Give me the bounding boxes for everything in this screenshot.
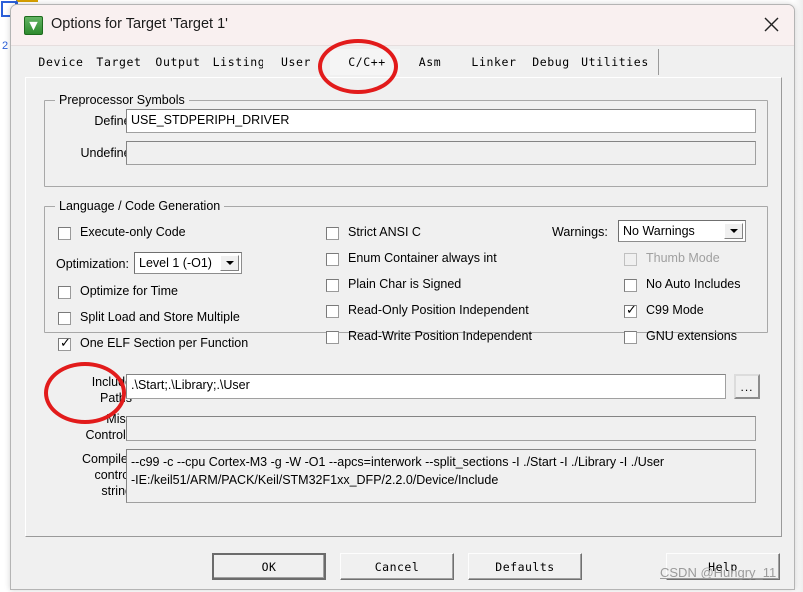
label-read-write-position-independent: Read-Write Position Independent bbox=[348, 329, 532, 343]
tab-asm[interactable]: Asm bbox=[400, 49, 460, 75]
include-paths-input[interactable]: .\Start;.\Library;.\User bbox=[126, 374, 726, 399]
compiler-control-string-line2: -IE:/keil51/ARM/PACK/Keil/STM32F1xx_DFP/… bbox=[131, 473, 499, 487]
language-code-generation-label: Language / Code Generation bbox=[55, 199, 225, 213]
background-line-number: 2 bbox=[2, 40, 9, 52]
checkbox-optimize-for-time[interactable] bbox=[58, 286, 71, 299]
options-dialog: ▼ Options for Target 'Target 1' Device T… bbox=[10, 4, 795, 590]
undefine-label: Undefine: bbox=[80, 146, 134, 160]
compiler-control-string-line1: --c99 -c --cpu Cortex-M3 -g -W -O1 --apc… bbox=[131, 455, 665, 469]
checkbox-gnu-extensions[interactable] bbox=[624, 331, 637, 344]
checkbox-thumb-mode bbox=[624, 253, 637, 266]
close-icon bbox=[764, 17, 778, 32]
include-paths-label-line1: Include bbox=[91, 375, 132, 389]
screenshot-root: 2 ▼ Options for Target 'Target 1' Device… bbox=[0, 0, 803, 592]
checkbox-split-load-and-store-multiple[interactable] bbox=[58, 312, 71, 325]
chevron-down-icon-warnings[interactable] bbox=[724, 223, 743, 239]
label-execute-only-code: Execute-only Code bbox=[80, 225, 186, 239]
checkbox-plain-char-is-signed[interactable] bbox=[326, 279, 339, 292]
keil-uvision-icon: ▼ bbox=[24, 16, 43, 35]
optimization-value: Level 1 (-O1) bbox=[139, 256, 212, 270]
include-paths-label-line2: Paths bbox=[100, 391, 132, 405]
label-read-only-position-independent: Read-Only Position Independent bbox=[348, 303, 529, 317]
label-plain-char-is-signed: Plain Char is Signed bbox=[348, 277, 462, 291]
compiler-control-string-label-line2: control bbox=[94, 468, 132, 482]
label-no-auto-includes: No Auto Includes bbox=[646, 277, 741, 291]
chevron-down-icon[interactable] bbox=[220, 255, 239, 271]
checkbox-enum-container-always-int[interactable] bbox=[326, 253, 339, 266]
label-c99-mode: C99 Mode bbox=[646, 303, 704, 317]
window-title: Options for Target 'Target 1' bbox=[51, 16, 228, 32]
checkbox-read-only-position-independent[interactable] bbox=[326, 305, 339, 318]
preprocessor-symbols-label: Preprocessor Symbols bbox=[55, 93, 189, 107]
misc-controls-label-line2: Controls bbox=[85, 428, 132, 442]
checkbox-strict-ansi-c[interactable] bbox=[326, 227, 339, 240]
define-input[interactable]: USE_STDPERIPH_DRIVER bbox=[126, 109, 756, 133]
optimization-label: Optimization: bbox=[56, 257, 129, 271]
checkmark-icon-c99: ✓ bbox=[626, 303, 637, 318]
cancel-button[interactable]: Cancel bbox=[340, 553, 454, 580]
title-bar: ▼ Options for Target 'Target 1' bbox=[11, 5, 794, 46]
c-cpp-panel: Preprocessor Symbols Define: USE_STDPERI… bbox=[25, 77, 782, 537]
checkmark-icon: ✓ bbox=[60, 336, 71, 351]
checkbox-execute-only-code[interactable] bbox=[58, 227, 71, 240]
checkbox-one-elf-section-per-function[interactable]: ✓ bbox=[58, 336, 71, 351]
tab-strip: Device Target Output Listing User C/C++ … bbox=[25, 49, 780, 77]
close-button[interactable] bbox=[748, 5, 794, 44]
define-label: Define: bbox=[94, 114, 134, 128]
warnings-select[interactable]: No Warnings bbox=[618, 220, 746, 242]
misc-controls-input[interactable] bbox=[126, 416, 756, 441]
include-paths-browse-button[interactable]: ... bbox=[734, 374, 760, 399]
tab-c-cpp[interactable]: C/C++ bbox=[330, 49, 404, 75]
compiler-control-string-label-line1: Compiler bbox=[81, 452, 132, 466]
compiler-control-string-box: --c99 -c --cpu Cortex-M3 -g -W -O1 --apc… bbox=[126, 449, 756, 503]
label-thumb-mode: Thumb Mode bbox=[646, 251, 720, 265]
compiler-control-string-label-line3: string bbox=[101, 484, 132, 498]
misc-controls-label-line1: Misc bbox=[106, 412, 132, 426]
label-gnu-extensions: GNU extensions bbox=[646, 329, 738, 343]
watermark-text: CSDN @Hungry_11 bbox=[660, 565, 777, 580]
warnings-value: No Warnings bbox=[623, 224, 695, 238]
checkbox-read-write-position-independent[interactable] bbox=[326, 331, 339, 344]
optimization-select[interactable]: Level 1 (-O1) bbox=[134, 252, 242, 274]
label-split-load-and-store-multiple: Split Load and Store Multiple bbox=[80, 310, 240, 324]
tab-user[interactable]: User bbox=[263, 49, 329, 75]
tab-utilities[interactable]: Utilities bbox=[572, 49, 659, 75]
warnings-label: Warnings: bbox=[552, 225, 608, 239]
checkbox-no-auto-includes[interactable] bbox=[624, 279, 637, 292]
undefine-input[interactable] bbox=[126, 141, 756, 165]
checkbox-c99-mode[interactable]: ✓ bbox=[624, 303, 637, 318]
label-one-elf-section-per-function: One ELF Section per Function bbox=[80, 336, 249, 350]
defaults-button[interactable]: Defaults bbox=[468, 553, 582, 580]
ok-button[interactable]: OK bbox=[212, 553, 326, 580]
label-enum-container-always-int: Enum Container always int bbox=[348, 251, 497, 265]
label-optimize-for-time: Optimize for Time bbox=[80, 284, 178, 298]
label-strict-ansi-c: Strict ANSI C bbox=[348, 225, 421, 239]
keil-uvision-icon-glyph: ▼ bbox=[29, 19, 38, 32]
